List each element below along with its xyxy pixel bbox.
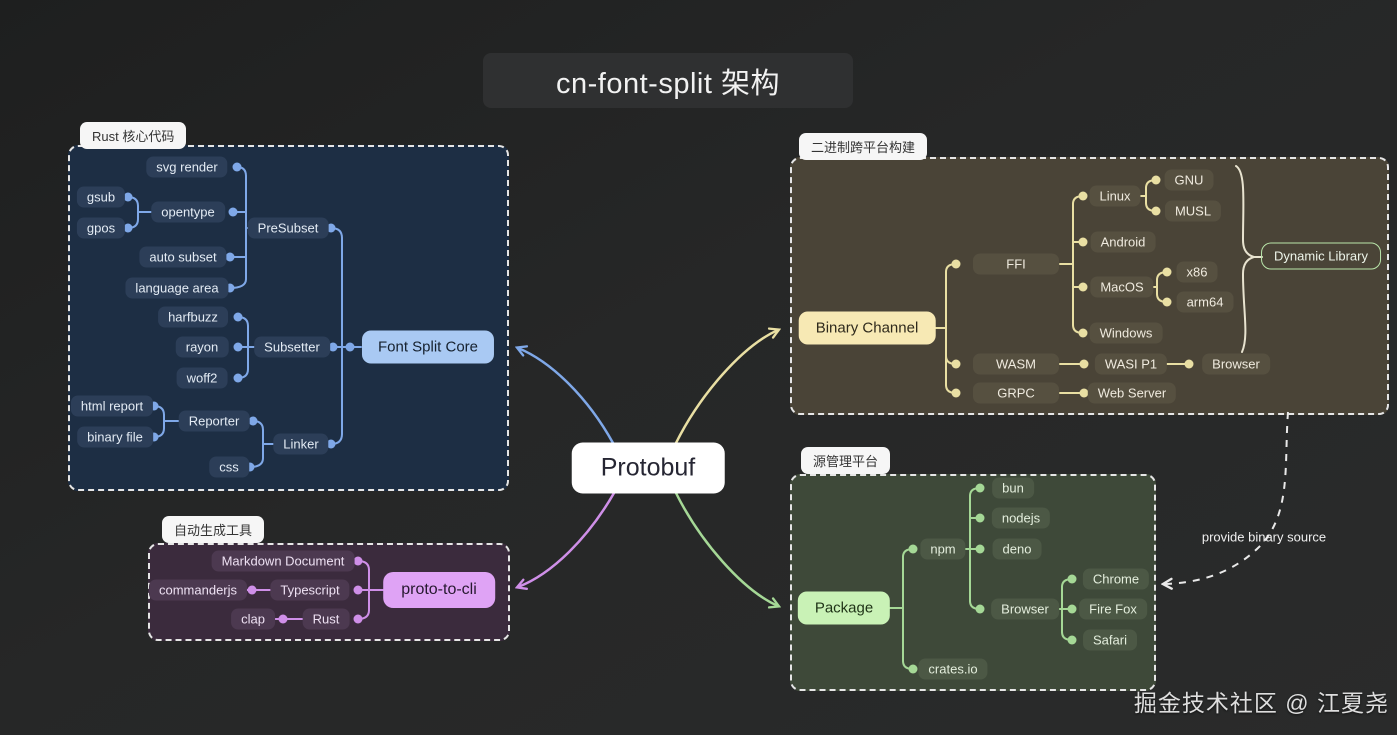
node-bun: bun [992,478,1034,499]
node-linker: Linker [273,434,328,455]
node-windows: Windows [1090,323,1163,344]
node-ffi: FFI [973,254,1059,275]
node-css: css [209,457,249,478]
node-web-server: Web Server [1088,383,1176,404]
node-macos: MacOS [1090,277,1153,298]
node-proto-to-cli: proto-to-cli [383,572,495,608]
node-firefox: Fire Fox [1079,599,1147,620]
node-grpc: GRPC [973,383,1059,404]
node-wasm: WASM [973,354,1059,375]
node-binary-channel: Binary Channel [799,312,936,345]
node-safari: Safari [1083,630,1137,651]
node-chrome: Chrome [1083,569,1149,590]
node-subsetter: Subsetter [254,337,330,358]
node-arm64: arm64 [1177,292,1234,313]
source-group-tab: 源管理平台 [801,447,890,474]
node-woff2: woff2 [177,368,228,389]
arrow-to-font-split-core [518,348,613,443]
dynamic-library-brace [1236,166,1262,352]
node-markdown-document: Markdown Document [212,551,355,572]
node-gpos: gpos [77,218,125,239]
node-dynamic-library: Dynamic Library [1261,243,1381,270]
node-gnu: GNU [1165,170,1214,191]
node-deno: deno [993,539,1042,560]
node-npm: npm [920,539,965,560]
node-clap: clap [231,609,275,630]
node-crates-io: crates.io [918,659,987,680]
autogen-group-tab: 自动生成工具 [162,516,264,543]
node-font-split-core: Font Split Core [362,331,494,364]
node-presubset: PreSubset [248,218,329,239]
provide-binary-source-label: provide binary source [1202,530,1326,545]
arrow-to-package [676,493,778,606]
node-harfbuzz: harfbuzz [158,307,228,328]
rust-group-tab: Rust 核心代码 [80,122,186,149]
arrow-to-binary-channel [676,330,778,443]
node-binary-file: binary file [77,427,153,448]
binary-group-tab: 二进制跨平台构建 [799,133,927,160]
diagram-canvas: cn-font-split 架构 Rust 核心代码 二进制跨平台构建 自动生成… [0,0,1397,735]
node-protobuf: Protobuf [572,443,725,494]
node-wasi-p1: WASI P1 [1095,354,1167,375]
node-svg-render: svg render [146,157,227,178]
node-linux: Linux [1089,186,1140,207]
arrow-to-proto-to-cli [518,493,614,587]
node-opentype: opentype [151,202,225,223]
node-language-area: language area [125,278,228,299]
node-browser-wasm: Browser [1202,354,1270,375]
provide-binary-source-arrow [1164,412,1288,584]
node-commanderjs: commanderjs [149,580,247,601]
node-auto-subset: auto subset [139,247,226,268]
node-typescript: Typescript [270,580,349,601]
watermark: 掘金技术社区 @ 江夏尧 [1134,684,1389,718]
node-reporter: Reporter [179,411,250,432]
node-android: Android [1091,232,1156,253]
node-musl: MUSL [1165,201,1221,222]
node-package: Package [798,592,890,625]
node-x86: x86 [1177,262,1218,283]
node-browser-js: Browser [991,599,1059,620]
node-gsub: gsub [77,187,125,208]
node-nodejs: nodejs [992,508,1050,529]
node-html-report: html report [71,396,153,417]
node-rust-lang: Rust [303,609,350,630]
node-rayon: rayon [176,337,229,358]
